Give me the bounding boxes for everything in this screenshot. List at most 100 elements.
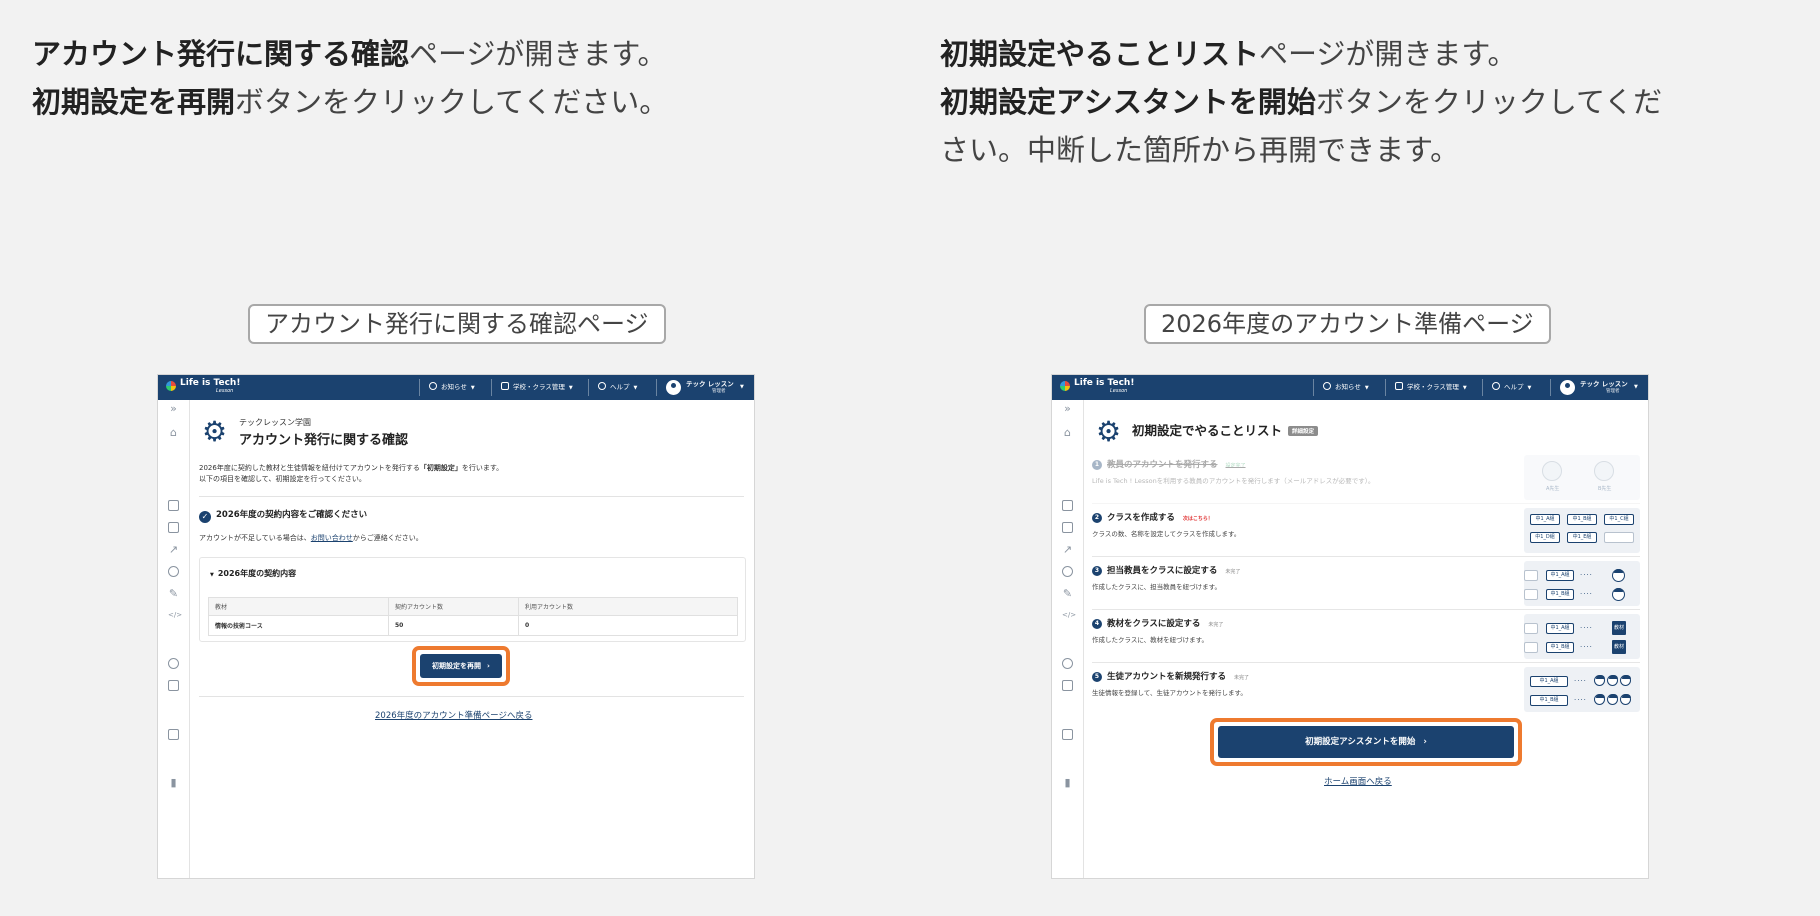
instruction-bold: アカウント発行に関する確認 — [32, 37, 410, 71]
chart-icon[interactable] — [168, 729, 179, 740]
instruction-right: 初期設定やることリストページが開きます。 初期設定アシスタントを開始ボタンをクリ… — [940, 30, 1740, 174]
nav-help[interactable]: ヘルプ ▼ — [598, 375, 637, 400]
step-number: 1 — [1092, 460, 1102, 470]
chevron-down-icon: ▼ — [1462, 385, 1467, 391]
shortage-text: アカウントが不足している場合は、お問い合わせからご連絡ください。 — [199, 533, 423, 544]
intro-text-b: を行います。 — [461, 464, 504, 472]
bell-icon — [1323, 382, 1331, 390]
teachers-illustration: A先生 B先生 — [1524, 455, 1640, 500]
chevron-down-icon: ▼ — [568, 385, 573, 391]
pencil-icon[interactable]: ✎ — [1062, 588, 1073, 599]
divider — [491, 379, 492, 396]
user-avatar[interactable] — [666, 380, 681, 395]
resume-setup-button[interactable]: 初期設定を再開 › — [420, 654, 502, 678]
step-title-text: 教員のアカウントを発行する — [1107, 460, 1218, 470]
user-name[interactable]: テック レッスン — [686, 378, 734, 388]
step-number: 3 — [1092, 566, 1102, 576]
class-chip: 中1_A組 — [1546, 570, 1574, 581]
divider — [1313, 379, 1314, 396]
chevron-down-icon: ▼ — [470, 385, 475, 391]
book-icon[interactable]: ▮ — [1062, 777, 1073, 788]
step-desc: 作成したクラスに、教材を紐づけます。 — [1092, 636, 1209, 644]
student-icon — [1620, 694, 1631, 705]
user-avatar[interactable] — [1560, 380, 1575, 395]
chevron-down-icon[interactable]: ▼ — [1634, 375, 1638, 400]
step-title-text: クラスを作成する — [1107, 513, 1175, 523]
trend-icon[interactable]: ↗ — [168, 544, 179, 555]
nav-school-label: 学校・クラス管理 — [513, 383, 565, 391]
check-circle-icon[interactable] — [1062, 566, 1073, 577]
expand-icon[interactable]: » — [1062, 403, 1073, 414]
class-chip: 中1_B組 — [1530, 695, 1568, 706]
logo-text: Life is Tech! — [180, 378, 241, 388]
student-icon — [1620, 675, 1631, 686]
step-title: 1 教員のアカウントを発行する 設定完了 — [1092, 458, 1246, 470]
main-content: ⚙ 初期設定でやることリスト 詳細設定 1 教員のアカウントを発行する 設定完了 Li… — [1084, 400, 1648, 878]
nav-school[interactable]: 学校・クラス管理 ▼ — [1395, 375, 1467, 400]
detail-settings-badge[interactable]: 詳細設定 — [1288, 426, 1319, 436]
instruction-text: さい。中断した箇所から再開できます。 — [940, 133, 1460, 167]
monitor-icon[interactable] — [1062, 500, 1073, 511]
step-item[interactable]: 3 担当教員をクラスに設定する 未完了 作成したクラスに、担当教員を紐づけます。 中… — [1092, 558, 1640, 610]
table-header: 契約アカウント数 — [388, 597, 519, 616]
instruction-text: ボタンをクリックしてください。 — [235, 85, 669, 119]
palette-icon[interactable] — [168, 658, 179, 669]
book-icon[interactable]: ▮ — [168, 777, 179, 788]
student-icon — [1607, 675, 1618, 686]
table-row: 情報の技術コース 50 0 — [208, 615, 738, 636]
building-icon — [1395, 382, 1403, 390]
step-desc: 作成したクラスに、担当教員を紐づけます。 — [1092, 583, 1222, 591]
document-icon[interactable] — [168, 522, 179, 533]
step-number: 5 — [1092, 672, 1102, 682]
accordion-toggle[interactable]: ▼ 2026年度の契約内容 — [210, 568, 296, 579]
chevron-down-icon[interactable]: ▼ — [740, 375, 744, 400]
nav-school[interactable]: 学校・クラス管理 ▼ — [501, 375, 573, 400]
back-to-home-link[interactable]: ホーム画面へ戻る — [1324, 775, 1392, 787]
class-chip: 中1_A組 — [1530, 514, 1560, 525]
palette-icon[interactable] — [1062, 658, 1073, 669]
caption-right: 2026年度のアカウント準備ページ — [1144, 304, 1551, 344]
image-icon[interactable] — [168, 680, 179, 691]
code-icon[interactable]: </> — [168, 610, 182, 621]
school-name: テックレッスン学園 — [239, 418, 311, 427]
step-item[interactable]: 5 生徒アカウントを新規発行する 未完了 生徒情報を登録して、生徒アカウントを発行し… — [1092, 664, 1640, 716]
step-desc: Life is Tech ! Lessonを利用する教員のアカウントを発行します… — [1092, 477, 1375, 485]
pencil-icon[interactable]: ✎ — [168, 588, 179, 599]
student-icon — [1594, 675, 1605, 686]
dots: ···· — [1574, 677, 1587, 685]
expand-icon[interactable]: » — [168, 403, 179, 414]
class-chip: 中1_B組 — [1567, 514, 1597, 525]
teacher-avatar — [1542, 461, 1562, 481]
dots: ···· — [1574, 696, 1587, 704]
trend-icon[interactable]: ↗ — [1062, 544, 1073, 555]
page-title: 初期設定でやることリスト 詳細設定 — [1132, 420, 1319, 439]
step-item[interactable]: 1 教員のアカウントを発行する 設定完了 Life is Tech ! Lesson… — [1092, 452, 1640, 504]
nav-news[interactable]: お知らせ ▼ — [1323, 375, 1369, 400]
image-icon[interactable] — [1062, 680, 1073, 691]
contact-link[interactable]: お問い合わせ — [311, 534, 353, 542]
nav-news[interactable]: お知らせ ▼ — [429, 375, 475, 400]
code-icon[interactable]: </> — [1062, 610, 1076, 621]
table-cell: 0 — [518, 615, 738, 636]
chart-icon[interactable] — [1062, 729, 1073, 740]
back-to-prep-link[interactable]: 2026年度のアカウント準備ページへ戻る — [375, 709, 532, 721]
nav-news-label: お知らせ — [441, 383, 467, 391]
divider — [1385, 379, 1386, 396]
document-icon[interactable] — [1062, 522, 1073, 533]
check-circle-icon[interactable] — [168, 566, 179, 577]
nav-help[interactable]: ヘルプ ▼ — [1492, 375, 1531, 400]
step-number: 4 — [1092, 619, 1102, 629]
sidebar: » ⌂ ↗ ✎ </> ▮ — [158, 400, 190, 878]
status-badge: 未完了 — [1234, 675, 1250, 681]
user-name[interactable]: テック レッスン — [1580, 378, 1628, 388]
nav-news-label: お知らせ — [1335, 383, 1361, 391]
status-badge: 未完了 — [1225, 569, 1241, 575]
step-item[interactable]: 2 クラスを作成する 次はこちら！ クラスの数、名称を設定してクラスを作成します。 … — [1092, 505, 1640, 557]
monitor-icon[interactable] — [168, 500, 179, 511]
nav-school-label: 学校・クラス管理 — [1407, 383, 1459, 391]
home-icon[interactable]: ⌂ — [1062, 427, 1073, 438]
start-assistant-button[interactable]: 初期設定アシスタントを開始 › — [1218, 726, 1514, 758]
step-item[interactable]: 4 教材をクラスに設定する 未完了 作成したクラスに、教材を紐づけます。 中1_A組… — [1092, 611, 1640, 663]
home-icon[interactable]: ⌂ — [168, 427, 179, 438]
start-button-label: 初期設定アシスタントを開始 — [1305, 737, 1416, 747]
